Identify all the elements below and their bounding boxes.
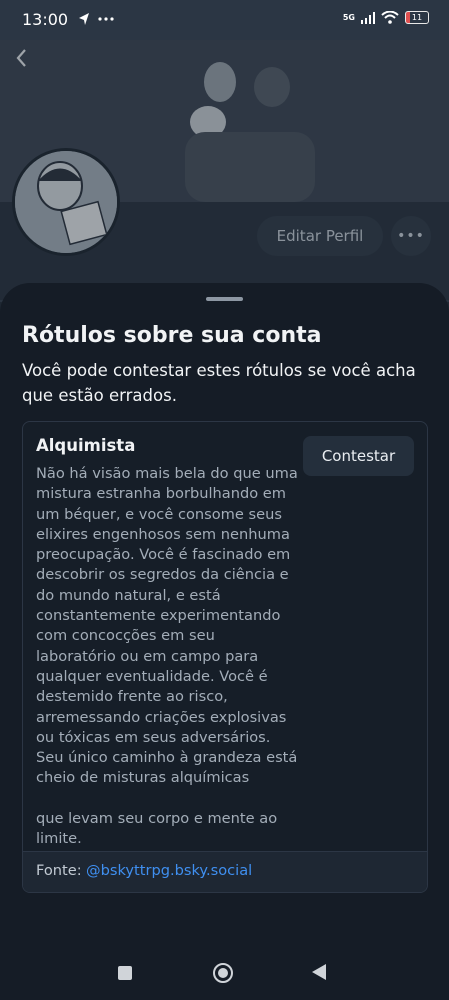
label-description: Não há visão mais bela do que uma mistur… (36, 465, 298, 848)
battery-level: 11 (411, 13, 423, 22)
signal-icon (361, 11, 375, 24)
battery-icon: 11 (405, 11, 429, 24)
system-nav-bar (0, 948, 449, 1000)
label-card: Alquimista Contestar Não há visão mais b… (22, 421, 428, 893)
status-bar: 13:00 5G 11 (0, 0, 449, 40)
status-time: 13:00 (22, 10, 69, 29)
drag-handle[interactable] (206, 297, 243, 301)
back-triangle-icon[interactable] (311, 963, 327, 981)
wifi-icon (381, 11, 399, 24)
recents-icon[interactable] (118, 966, 132, 980)
source-prefix: Fonte: (36, 862, 82, 879)
labels-sheet: Rótulos sobre sua conta Você pode contes… (0, 283, 449, 948)
home-icon[interactable] (213, 963, 233, 983)
sheet-subtitle: Você pode contestar estes rótulos se voc… (22, 361, 416, 405)
source-handle-link[interactable]: @bskyttrpg.bsky.social (86, 862, 252, 879)
label-source: Fonte: @bskyttrpg.bsky.social (23, 851, 427, 892)
more-dots-icon (98, 17, 114, 21)
network-label: 5G (342, 13, 355, 22)
appeal-button[interactable]: Contestar (303, 436, 414, 476)
location-icon (79, 13, 89, 25)
sheet-title: Rótulos sobre sua conta (22, 323, 322, 348)
label-name: Alquimista (36, 436, 136, 455)
backdrop-overlay[interactable] (0, 40, 449, 300)
